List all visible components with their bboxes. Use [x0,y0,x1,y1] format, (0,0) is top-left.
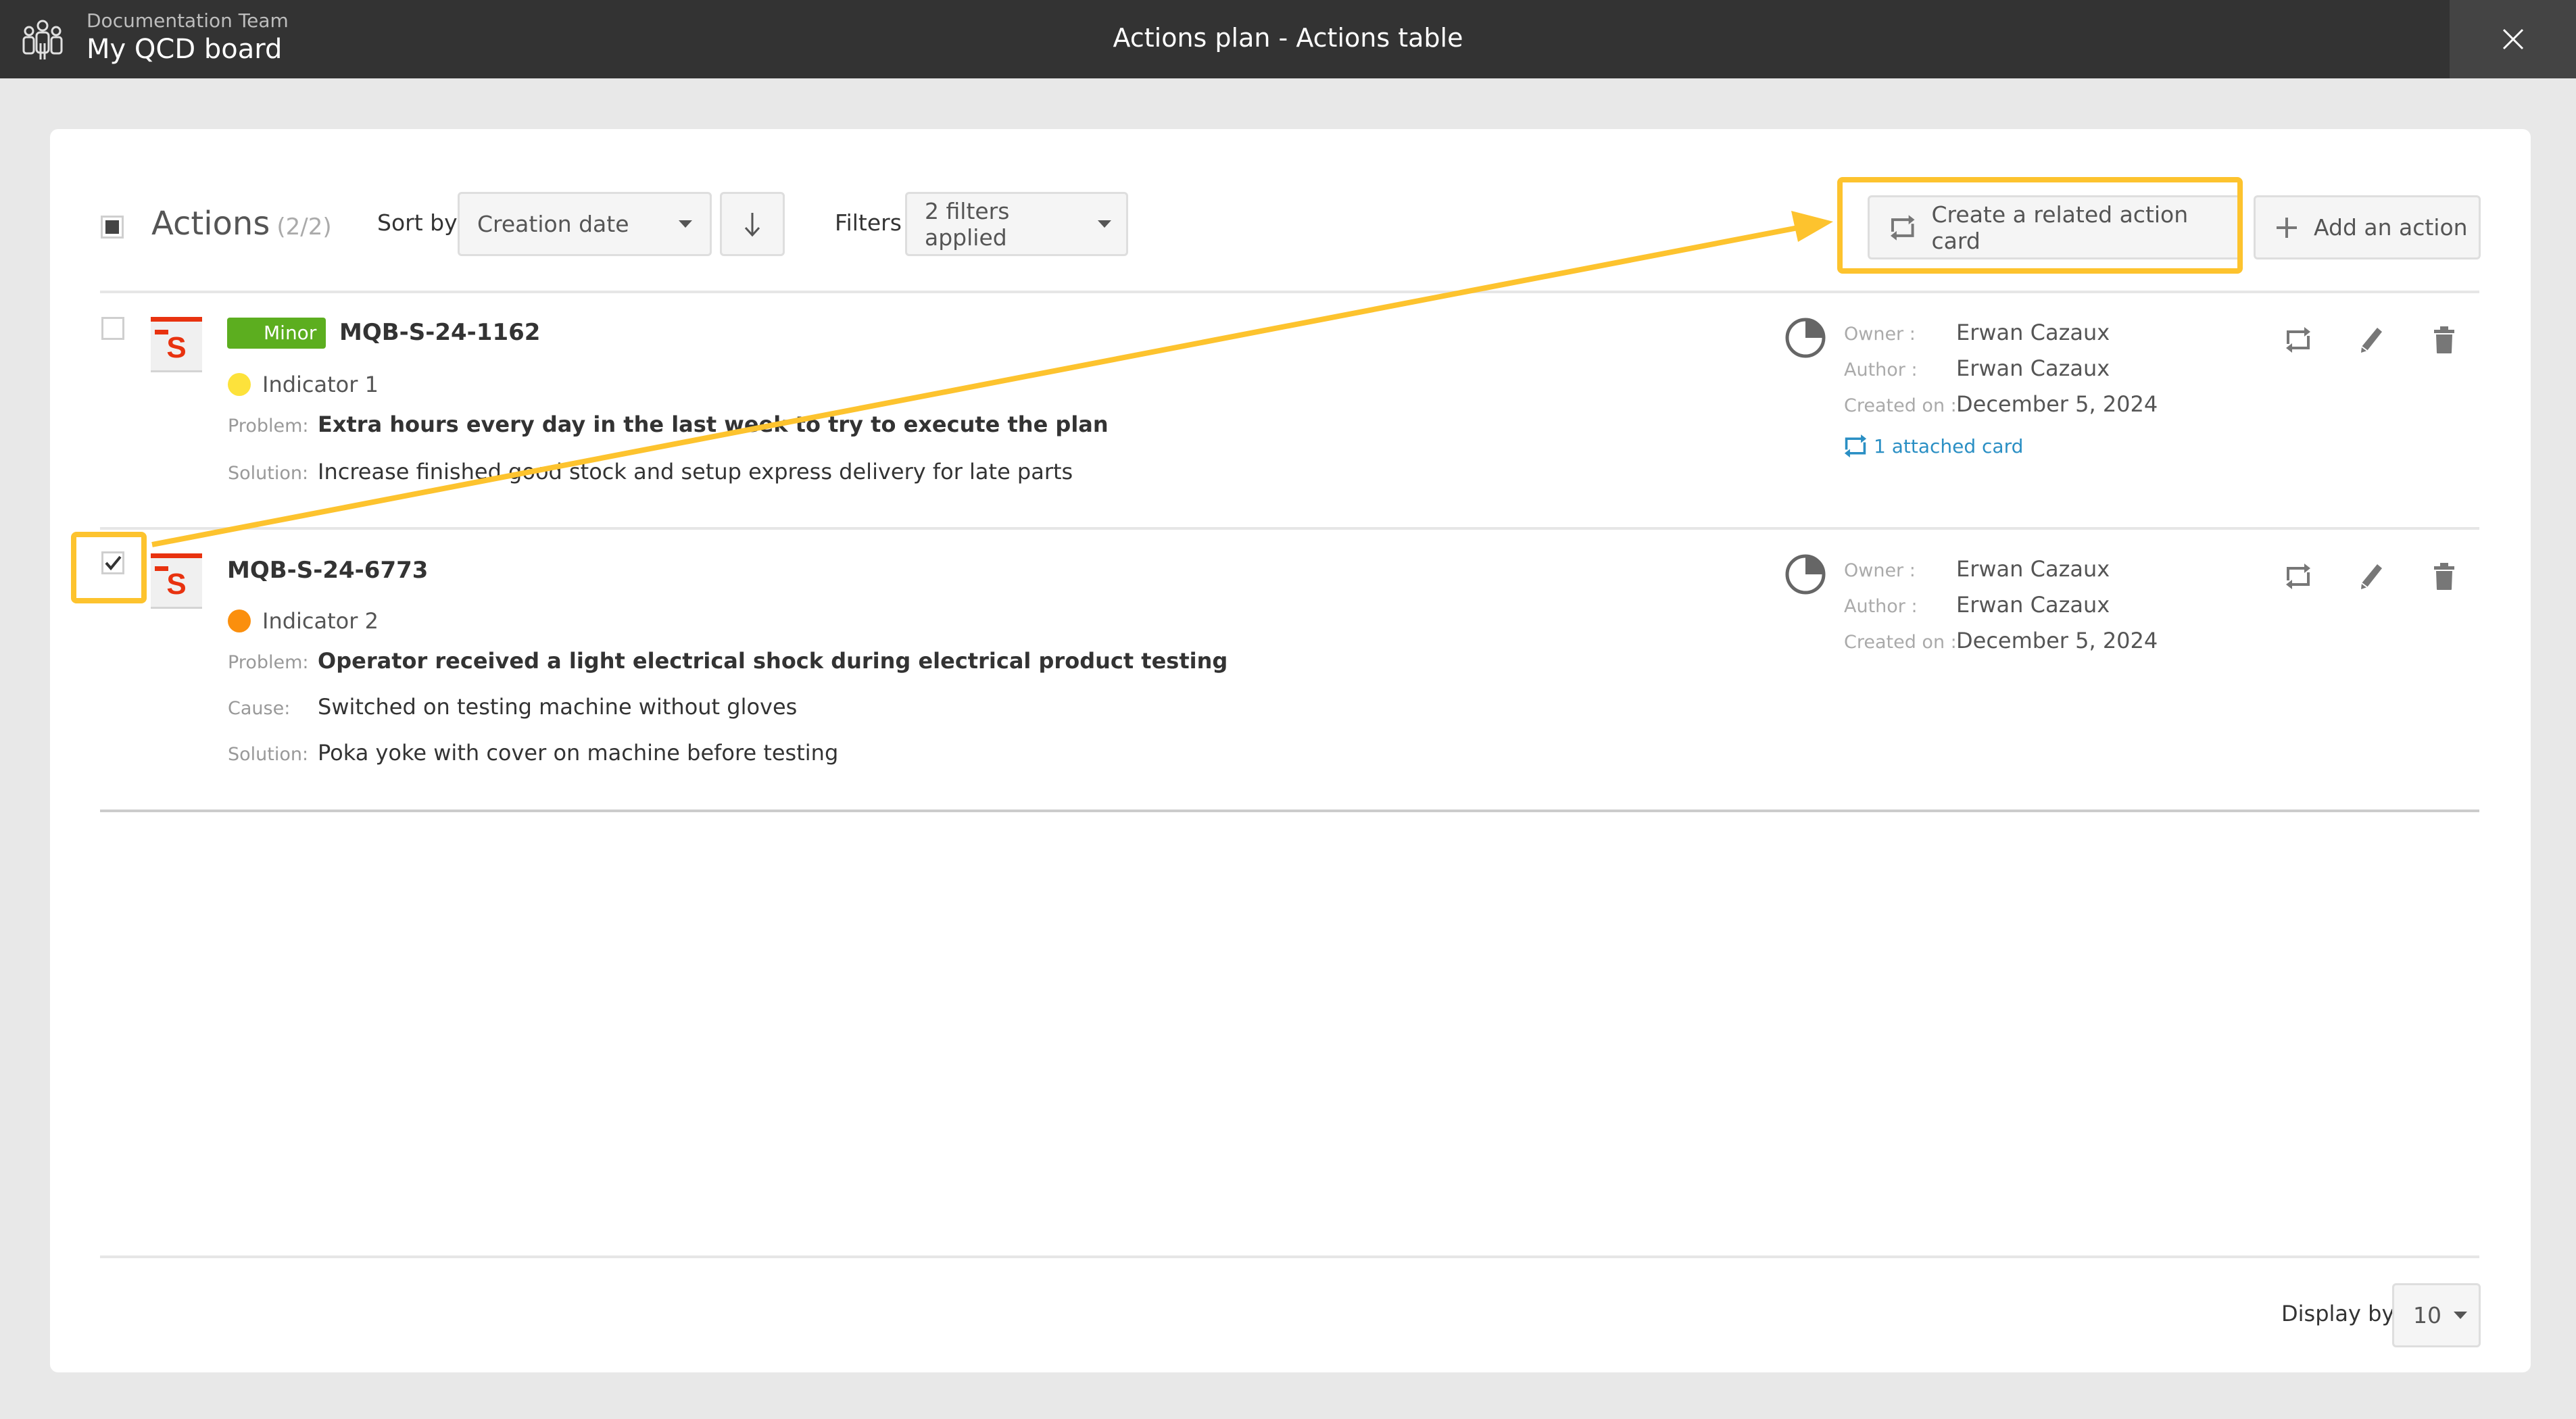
team-name: Documentation Team [87,9,289,32]
divider [100,527,2479,530]
solution-label: Solution: [228,463,309,484]
add-action-label: Add an action [2314,214,2468,241]
problem-label: Problem: [228,416,309,437]
create-related-action-card-button[interactable]: Create a related action card [1868,195,2242,259]
checkmark-icon [105,555,122,571]
indicator-label: Indicator 1 [262,372,379,397]
indicator-dot [228,609,251,632]
created-on-value: December 5, 2024 [1956,391,2158,417]
pencil-icon [2361,564,2382,589]
safety-s-icon: S [151,553,202,609]
sort-direction-button[interactable] [720,192,785,256]
related-card-button[interactable] [2281,559,2315,593]
caret-down-icon [1098,220,1111,228]
display-by-label: Display by [2281,1301,2395,1326]
arrow-down-icon [744,212,760,236]
indicator-dot [228,373,251,396]
display-by-value: 10 [2413,1302,2441,1328]
author-label: Author : [1844,596,1918,617]
created-on-label: Created on : [1844,395,1957,416]
filters-value: 2 filters applied [925,197,1010,251]
owner-label: Owner : [1844,560,1916,581]
safety-s-icon: S [151,317,202,372]
cause-value: Switched on testing machine without glov… [318,694,798,720]
owner-value: Erwan Cazaux [1956,556,2110,582]
display-by-dropdown[interactable]: 10 [2392,1283,2481,1347]
delete-button[interactable] [2427,559,2461,593]
actions-count: (2/2) [276,214,332,241]
related-card-icon [1844,434,1867,457]
divider [100,810,2479,812]
sort-by-dropdown[interactable]: Creation date [458,192,712,256]
row-checkbox[interactable] [101,551,124,574]
trash-icon [2434,326,2454,353]
solution-value: Increase finished good stock and setup e… [318,459,1073,484]
edit-button[interactable] [2354,323,2388,357]
top-bar: Documentation Team My QCD board Actions … [0,0,2576,78]
indicator-label: Indicator 2 [262,608,379,634]
pencil-icon [2361,328,2382,353]
solution-label: Solution: [228,744,309,765]
related-card-icon [2286,327,2310,353]
author-value: Erwan Cazaux [1956,592,2110,618]
actions-heading: Actions (2/2) [151,205,332,243]
delete-button[interactable] [2427,323,2461,357]
actions-title: Actions [151,205,270,243]
actions-panel: Actions (2/2) Sort by Creation date Filte… [50,129,2531,1372]
severity-badge: Minor [227,318,326,349]
create-related-action-card-label: Create a related action card [1931,201,2189,254]
problem-value: Extra hours every day in the last week t… [318,412,1109,437]
trash-icon [2434,563,2454,590]
related-card-button[interactable] [2281,323,2315,357]
filters-dropdown[interactable]: 2 filters applied [905,192,1128,256]
owner-value: Erwan Cazaux [1956,320,2110,345]
solution-value: Poka yoke with cover on machine before t… [318,740,839,766]
sort-by-label: Sort by [377,209,458,236]
attached-card-link[interactable]: 1 attached card [1844,433,2023,459]
plus-icon [2277,217,2297,238]
created-on-value: December 5, 2024 [1956,628,2158,653]
board-name: My QCD board [87,34,283,65]
team-users-icon [22,20,63,59]
related-card-icon [2286,564,2310,589]
attached-card-text: 1 attached card [1874,434,2024,457]
problem-value: Operator received a light electrical sho… [318,648,1228,674]
close-icon [2502,28,2523,50]
progress-pie-icon [1785,554,1826,595]
progress-pie-icon [1785,318,1826,358]
divider [100,1255,2479,1258]
problem-label: Problem: [228,652,309,673]
action-code[interactable]: MQB-S-24-6773 [227,557,428,584]
cause-label: Cause: [228,698,291,719]
select-all-checkbox[interactable] [101,216,124,239]
author-label: Author : [1844,359,1918,380]
sort-by-value: Creation date [477,211,629,237]
action-code[interactable]: MQB-S-24-1162 [339,319,540,346]
add-action-button[interactable]: Add an action [2254,195,2481,259]
author-value: Erwan Cazaux [1956,355,2110,381]
edit-button[interactable] [2354,559,2388,593]
filters-label: Filters [835,209,902,236]
close-button[interactable] [2450,0,2576,78]
owner-label: Owner : [1844,324,1916,345]
divider [100,291,2479,293]
created-on-label: Created on : [1844,632,1957,653]
row-checkbox[interactable] [101,317,124,340]
page-title: Actions plan - Actions table [1113,23,1463,53]
related-card-icon [1890,214,1915,241]
caret-down-icon [679,220,692,228]
caret-down-icon [2454,1312,2467,1319]
